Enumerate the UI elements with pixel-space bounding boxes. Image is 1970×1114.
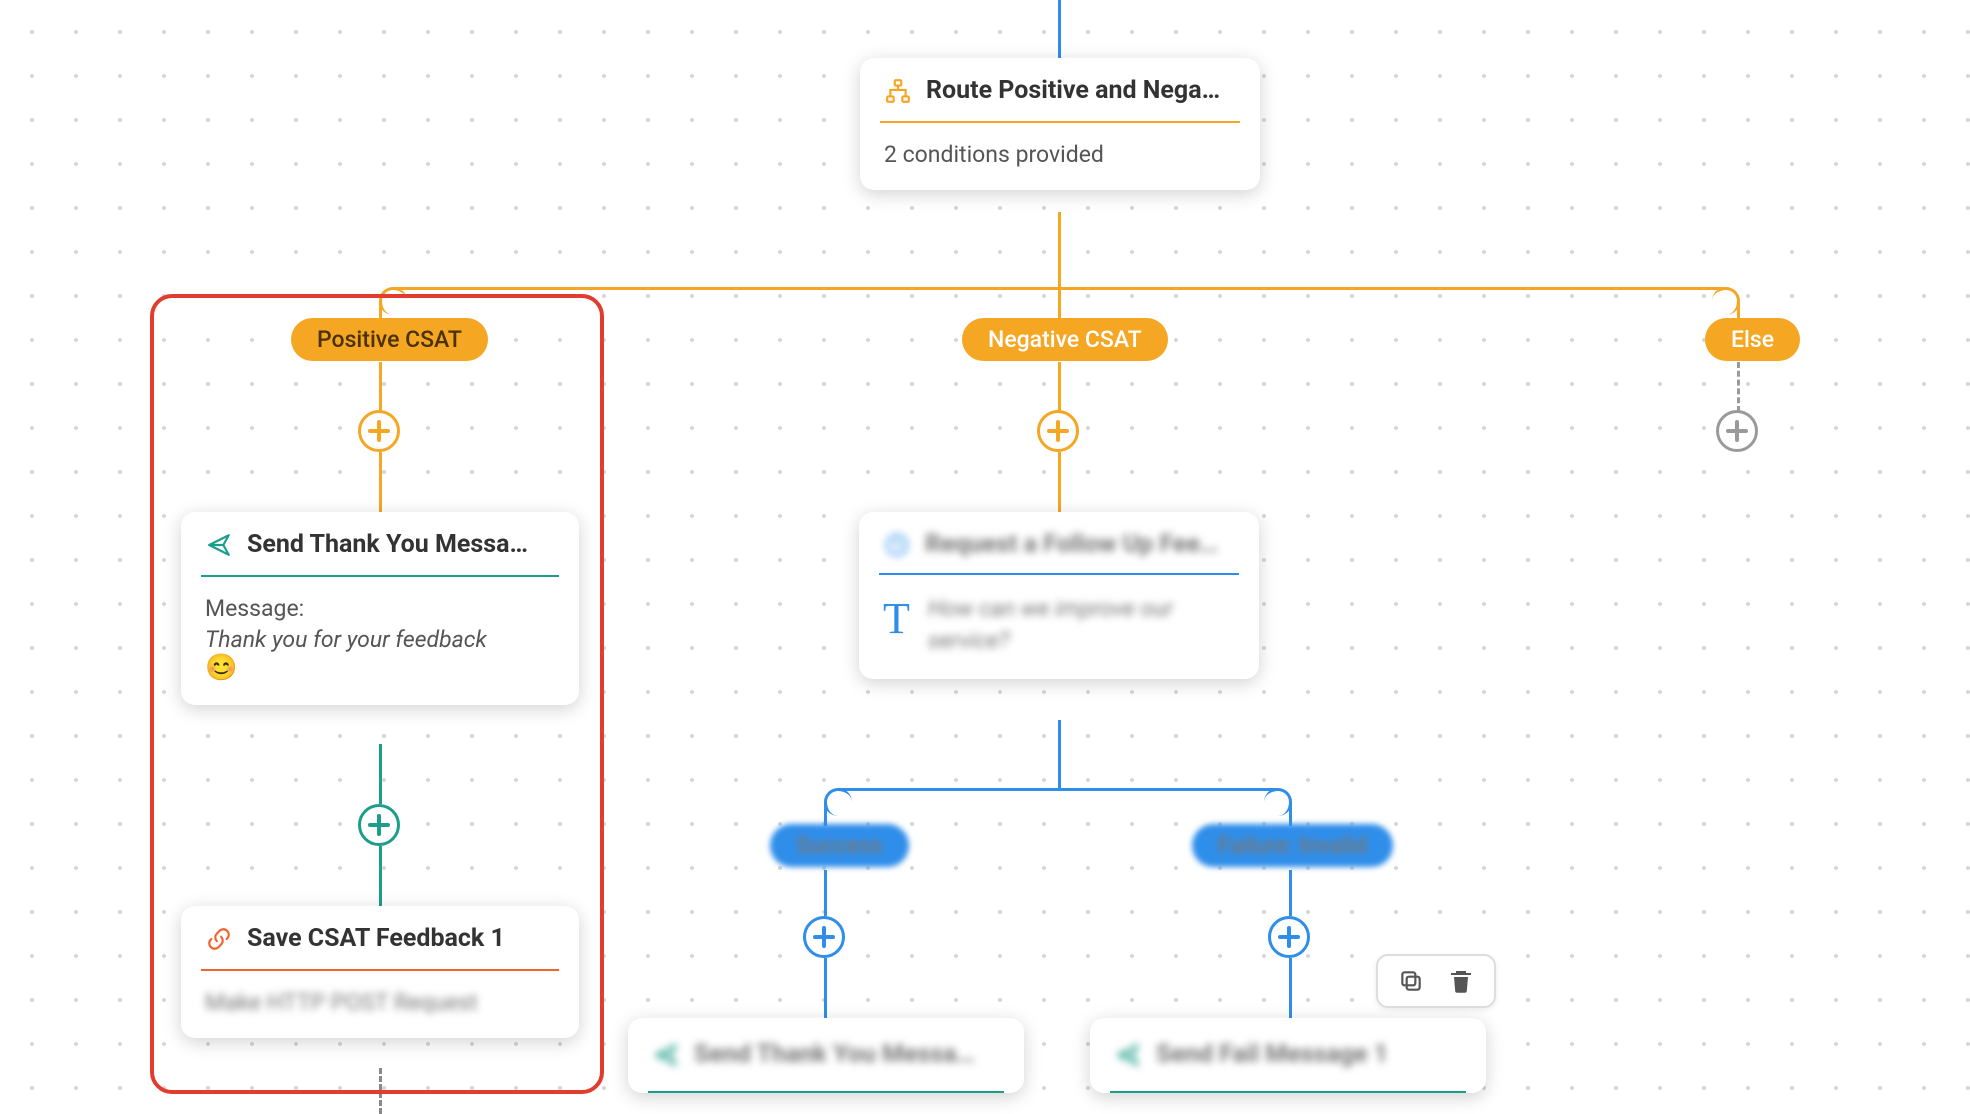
connector [379, 452, 382, 512]
body-label: Message: [205, 595, 555, 622]
send-icon [205, 531, 233, 559]
delete-button[interactable] [1446, 966, 1476, 996]
add-step-button[interactable] [358, 804, 400, 846]
emoji: 😊 [205, 653, 237, 683]
connector-corner [379, 287, 407, 315]
send-icon [1114, 1041, 1142, 1069]
clock-icon [883, 531, 911, 559]
node-title: Save CSAT Feedback 1 [247, 924, 505, 953]
connector [1058, 290, 1061, 320]
connector [379, 362, 382, 412]
add-step-button[interactable] [1037, 410, 1079, 452]
node-request-followup[interactable]: Request a Follow Up Fee… T How can we im… [859, 512, 1259, 679]
branch-label-positive[interactable]: Positive CSAT [291, 318, 488, 361]
connector-corner [1712, 287, 1740, 315]
node-title: Send Fail Message 1 [1156, 1040, 1388, 1069]
connector [1058, 362, 1061, 412]
copy-button[interactable] [1396, 966, 1426, 996]
body-text: Thank you for your feedback [205, 626, 487, 653]
connector [1289, 870, 1292, 916]
connector [1289, 958, 1292, 1018]
branch-label-else[interactable]: Else [1705, 318, 1800, 361]
add-step-button[interactable] [1716, 410, 1758, 452]
node-toolbar [1376, 954, 1496, 1008]
node-body: Message: Thank you for your feedback 😊 [181, 577, 579, 705]
connector [824, 958, 827, 1018]
branch-label-success[interactable]: Success [770, 824, 909, 867]
node-title: Request a Follow Up Fee… [925, 530, 1218, 559]
add-step-button[interactable] [803, 916, 845, 958]
connector [379, 744, 382, 804]
node-title: Send Thank You Messa… [247, 530, 528, 559]
connector-corner [824, 788, 852, 816]
node-subtitle: 2 conditions provided [860, 123, 1260, 190]
connector [824, 802, 827, 826]
connector [1737, 362, 1740, 412]
text-icon: T [883, 593, 910, 644]
node-body: Make HTTP POST Request [181, 971, 579, 1038]
add-step-button[interactable] [358, 410, 400, 452]
branch-icon [884, 77, 912, 105]
connector [1058, 720, 1061, 788]
branch-label-negative[interactable]: Negative CSAT [962, 318, 1168, 361]
node-success-send[interactable]: Send Thank You Messa… [628, 1018, 1024, 1093]
add-step-button[interactable] [1268, 916, 1310, 958]
branch-label-failure[interactable]: Failure: Invalid [1192, 824, 1393, 867]
http-icon [205, 925, 233, 953]
connector [824, 870, 827, 916]
node-failure-send[interactable]: Send Fail Message 1 [1090, 1018, 1486, 1093]
node-title: Send Thank You Messa… [694, 1040, 975, 1069]
connector [1058, 452, 1061, 512]
node-save-csat[interactable]: Save CSAT Feedback 1 Make HTTP POST Requ… [181, 906, 579, 1038]
node-route[interactable]: Route Positive and Nega… 2 conditions pr… [860, 58, 1260, 190]
workflow-canvas[interactable]: Route Positive and Nega… 2 conditions pr… [0, 0, 1970, 1114]
connector [838, 788, 1278, 791]
node-send-thank-you[interactable]: Send Thank You Messa… Message: Thank you… [181, 512, 579, 705]
connector [1058, 212, 1061, 287]
node-title: Route Positive and Nega… [926, 76, 1220, 105]
send-icon [652, 1041, 680, 1069]
connector [1058, 0, 1061, 58]
connector [1289, 802, 1292, 826]
node-prompt: How can we improve our service? [928, 593, 1235, 657]
connector [379, 1068, 382, 1114]
connector [379, 846, 382, 906]
connector-corner [1264, 788, 1292, 816]
